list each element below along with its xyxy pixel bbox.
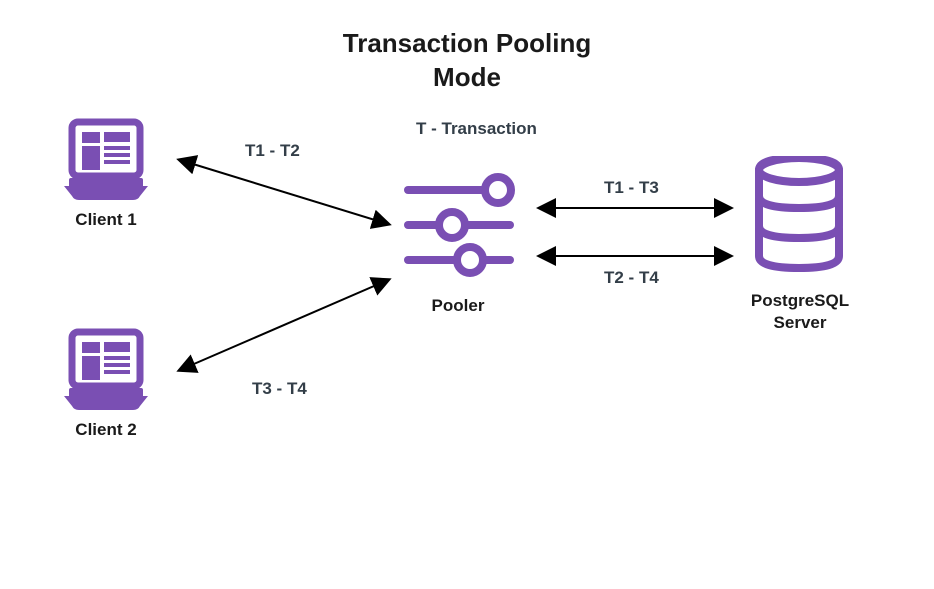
server-icon xyxy=(744,156,854,286)
client2-label: Client 2 xyxy=(56,420,156,440)
client1-label: Client 1 xyxy=(56,210,156,230)
title-line2: Mode xyxy=(433,62,501,92)
arrow-client1-pooler xyxy=(180,160,388,224)
title-line1: Transaction Pooling xyxy=(343,28,591,58)
edge-label-bottom: T2 - T4 xyxy=(604,268,659,288)
edge-label-c2-pooler: T3 - T4 xyxy=(252,379,307,399)
edge-label-top: T1 - T3 xyxy=(604,178,659,198)
server-label: PostgreSQL Server xyxy=(730,290,870,334)
server-label-line1: PostgreSQL xyxy=(751,291,849,310)
pooler-icon xyxy=(398,170,518,285)
edge-label-c1-pooler: T1 - T2 xyxy=(245,141,300,161)
arrow-client2-pooler xyxy=(180,280,388,370)
client2-icon xyxy=(56,328,156,413)
legend-transaction: T - Transaction xyxy=(416,119,537,139)
pooler-label: Pooler xyxy=(398,296,518,316)
server-label-line2: Server xyxy=(774,313,827,332)
client1-icon xyxy=(56,118,156,203)
diagram-title: Transaction Pooling Mode xyxy=(0,27,934,95)
